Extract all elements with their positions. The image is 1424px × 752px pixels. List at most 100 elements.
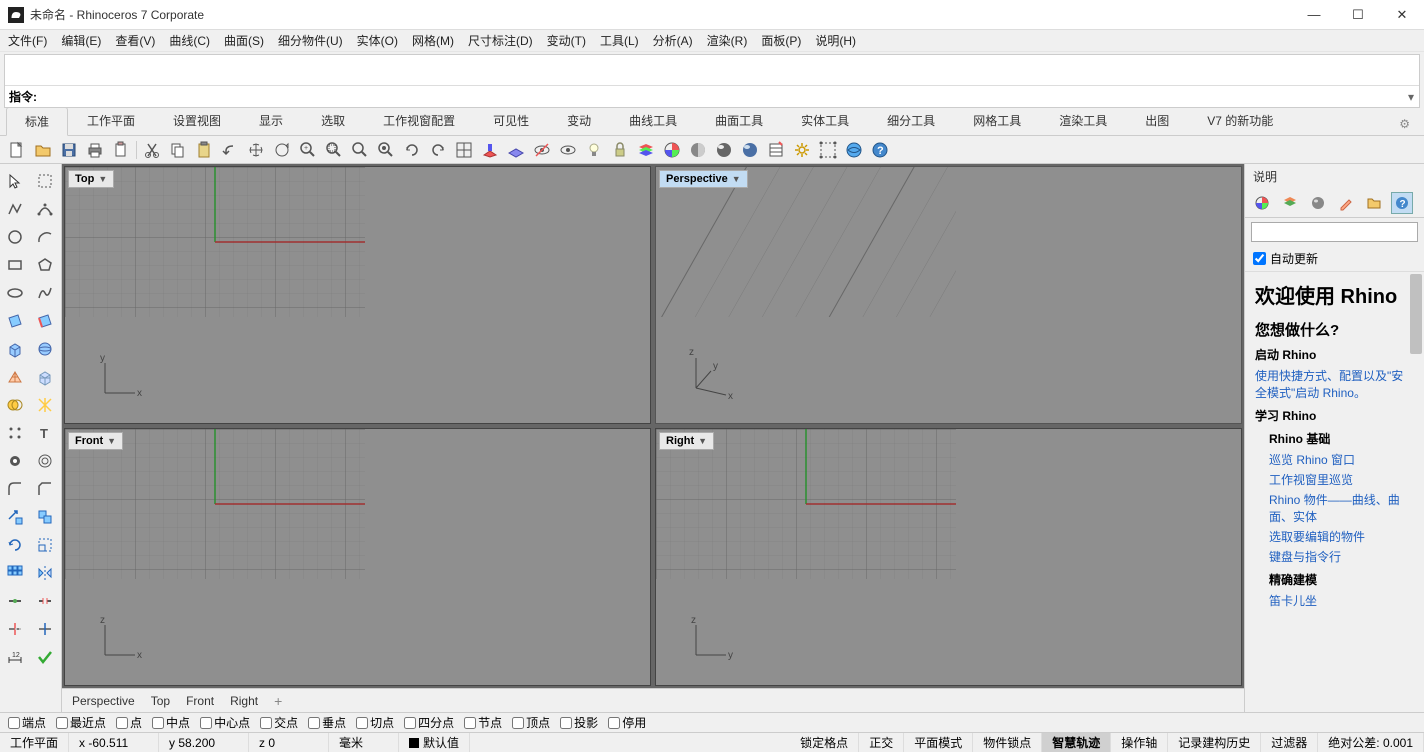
point-edit-icon[interactable]	[817, 139, 839, 161]
light-icon[interactable]	[583, 139, 605, 161]
render-icon[interactable]	[739, 139, 761, 161]
named-cplane-icon[interactable]	[479, 139, 501, 161]
box-icon[interactable]	[2, 336, 28, 362]
curve-icon[interactable]	[32, 280, 58, 306]
viewport-tab-top[interactable]: Top	[151, 694, 170, 708]
layers-icon[interactable]	[635, 139, 657, 161]
pan-icon[interactable]	[245, 139, 267, 161]
maximize-button[interactable]: ☐	[1350, 7, 1366, 23]
explode2-icon[interactable]	[32, 588, 58, 614]
status-smarttrack[interactable]: 智慧轨迹	[1042, 733, 1111, 752]
surface-edge-icon[interactable]	[32, 308, 58, 334]
zoom-window-icon[interactable]	[323, 139, 345, 161]
viewport-front-title[interactable]: Front▼	[68, 432, 123, 450]
osnap-mid-checkbox[interactable]	[152, 717, 164, 729]
tab-render-tools[interactable]: 渲染工具	[1040, 106, 1126, 135]
surface-corner-icon[interactable]	[2, 308, 28, 334]
osnap-knot-checkbox[interactable]	[464, 717, 476, 729]
arc-icon[interactable]	[32, 224, 58, 250]
point-icon[interactable]	[2, 420, 28, 446]
menu-tools[interactable]: 工具(L)	[600, 32, 639, 49]
tab-transform[interactable]: 变动	[548, 106, 610, 135]
add-viewport-tab-icon[interactable]: +	[274, 693, 282, 709]
show-icon[interactable]	[557, 139, 579, 161]
join-icon[interactable]	[2, 588, 28, 614]
command-history[interactable]	[5, 55, 1419, 85]
viewport-tab-perspective[interactable]: Perspective	[72, 694, 135, 708]
osnap-end-checkbox[interactable]	[8, 717, 20, 729]
check-icon[interactable]	[32, 644, 58, 670]
copy-clipboard-icon[interactable]	[110, 139, 132, 161]
copy-tool-icon[interactable]	[32, 504, 58, 530]
tab-v7-new[interactable]: V7 的新功能	[1188, 106, 1292, 135]
hide-icon[interactable]	[531, 139, 553, 161]
tab-subd-tools[interactable]: 细分工具	[868, 106, 954, 135]
status-osnap[interactable]: 物件锁点	[973, 733, 1042, 752]
osnap-tan-checkbox[interactable]	[356, 717, 368, 729]
osnap-cen-checkbox[interactable]	[200, 717, 212, 729]
extend-icon[interactable]	[2, 448, 28, 474]
command-input[interactable]	[41, 90, 1403, 104]
rectangle-icon[interactable]	[2, 252, 28, 278]
status-planar[interactable]: 平面模式	[904, 733, 973, 752]
undo-icon[interactable]	[219, 139, 241, 161]
menu-mesh[interactable]: 网格(M)	[412, 32, 454, 49]
link-select[interactable]: 选取要编辑的物件	[1269, 528, 1414, 545]
sphere-icon[interactable]	[32, 336, 58, 362]
zoom-dynamic-icon[interactable]: +	[297, 139, 319, 161]
osnap-int-checkbox[interactable]	[260, 717, 272, 729]
lock-icon[interactable]	[609, 139, 631, 161]
menu-curve[interactable]: 曲线(C)	[169, 32, 210, 49]
lasso-icon[interactable]	[32, 168, 58, 194]
command-expand-icon[interactable]: ▾	[1403, 90, 1419, 104]
link-tour-window[interactable]: 巡览 Rhino 窗口	[1269, 451, 1414, 468]
menu-analyze[interactable]: 分析(A)	[653, 32, 693, 49]
osnap-project-checkbox[interactable]	[560, 717, 572, 729]
status-cplane[interactable]: 工作平面	[0, 733, 69, 752]
viewport-right-title[interactable]: Right▼	[659, 432, 714, 450]
help-tab-icon[interactable]: ?	[1391, 192, 1413, 214]
tab-viewport-layout[interactable]: 工作视窗配置	[364, 106, 474, 135]
tab-select[interactable]: 选取	[302, 106, 364, 135]
menu-subd[interactable]: 细分物件(U)	[278, 32, 343, 49]
help-scrollbar[interactable]	[1408, 272, 1424, 712]
explode-icon[interactable]	[32, 392, 58, 418]
menu-render[interactable]: 渲染(R)	[707, 32, 748, 49]
polygon-icon[interactable]	[32, 252, 58, 278]
polyline-icon[interactable]	[2, 196, 28, 222]
help-icon[interactable]: ?	[869, 139, 891, 161]
paste-icon[interactable]	[193, 139, 215, 161]
viewport-front[interactable]: Front▼ xz	[64, 428, 651, 686]
menu-surface[interactable]: 曲面(S)	[224, 32, 264, 49]
new-file-icon[interactable]	[6, 139, 28, 161]
chamfer-icon[interactable]	[32, 476, 58, 502]
shade-icon[interactable]	[687, 139, 709, 161]
tab-surface-tools[interactable]: 曲面工具	[696, 106, 782, 135]
start-link[interactable]: 使用快捷方式、配置以及"安全模式"启动 Rhino。	[1255, 367, 1414, 401]
viewport-top[interactable]: Top▼ xy	[64, 166, 651, 424]
viewport-right[interactable]: Right▼ yz	[655, 428, 1242, 686]
mirror-icon[interactable]	[32, 560, 58, 586]
tab-drafting[interactable]: 出图	[1126, 106, 1188, 135]
help-search-input[interactable]	[1251, 222, 1418, 242]
subd-icon[interactable]	[32, 364, 58, 390]
layers-tab-icon[interactable]	[1279, 192, 1301, 214]
viewport-tab-right[interactable]: Right	[230, 694, 258, 708]
status-history[interactable]: 记录建构历史	[1168, 733, 1261, 752]
osnap-near-checkbox[interactable]	[56, 717, 68, 729]
menu-transform[interactable]: 变动(T)	[547, 32, 586, 49]
status-gridsnap[interactable]: 锁定格点	[790, 733, 859, 752]
boolean-icon[interactable]	[2, 392, 28, 418]
viewport-perspective-title[interactable]: Perspective▼	[659, 170, 748, 188]
status-ortho[interactable]: 正交	[859, 733, 904, 752]
link-objects[interactable]: Rhino 物件——曲线、曲面、实体	[1269, 491, 1414, 525]
display-tab-icon[interactable]	[1307, 192, 1329, 214]
zoom-selected-icon[interactable]	[375, 139, 397, 161]
copy-icon[interactable]	[167, 139, 189, 161]
osnap-point-checkbox[interactable]	[116, 717, 128, 729]
tab-setview[interactable]: 设置视图	[154, 106, 240, 135]
tab-mesh-tools[interactable]: 网格工具	[954, 106, 1040, 135]
menu-solid[interactable]: 实体(O)	[357, 32, 398, 49]
units-icon[interactable]	[843, 139, 865, 161]
trim-icon[interactable]	[2, 616, 28, 642]
